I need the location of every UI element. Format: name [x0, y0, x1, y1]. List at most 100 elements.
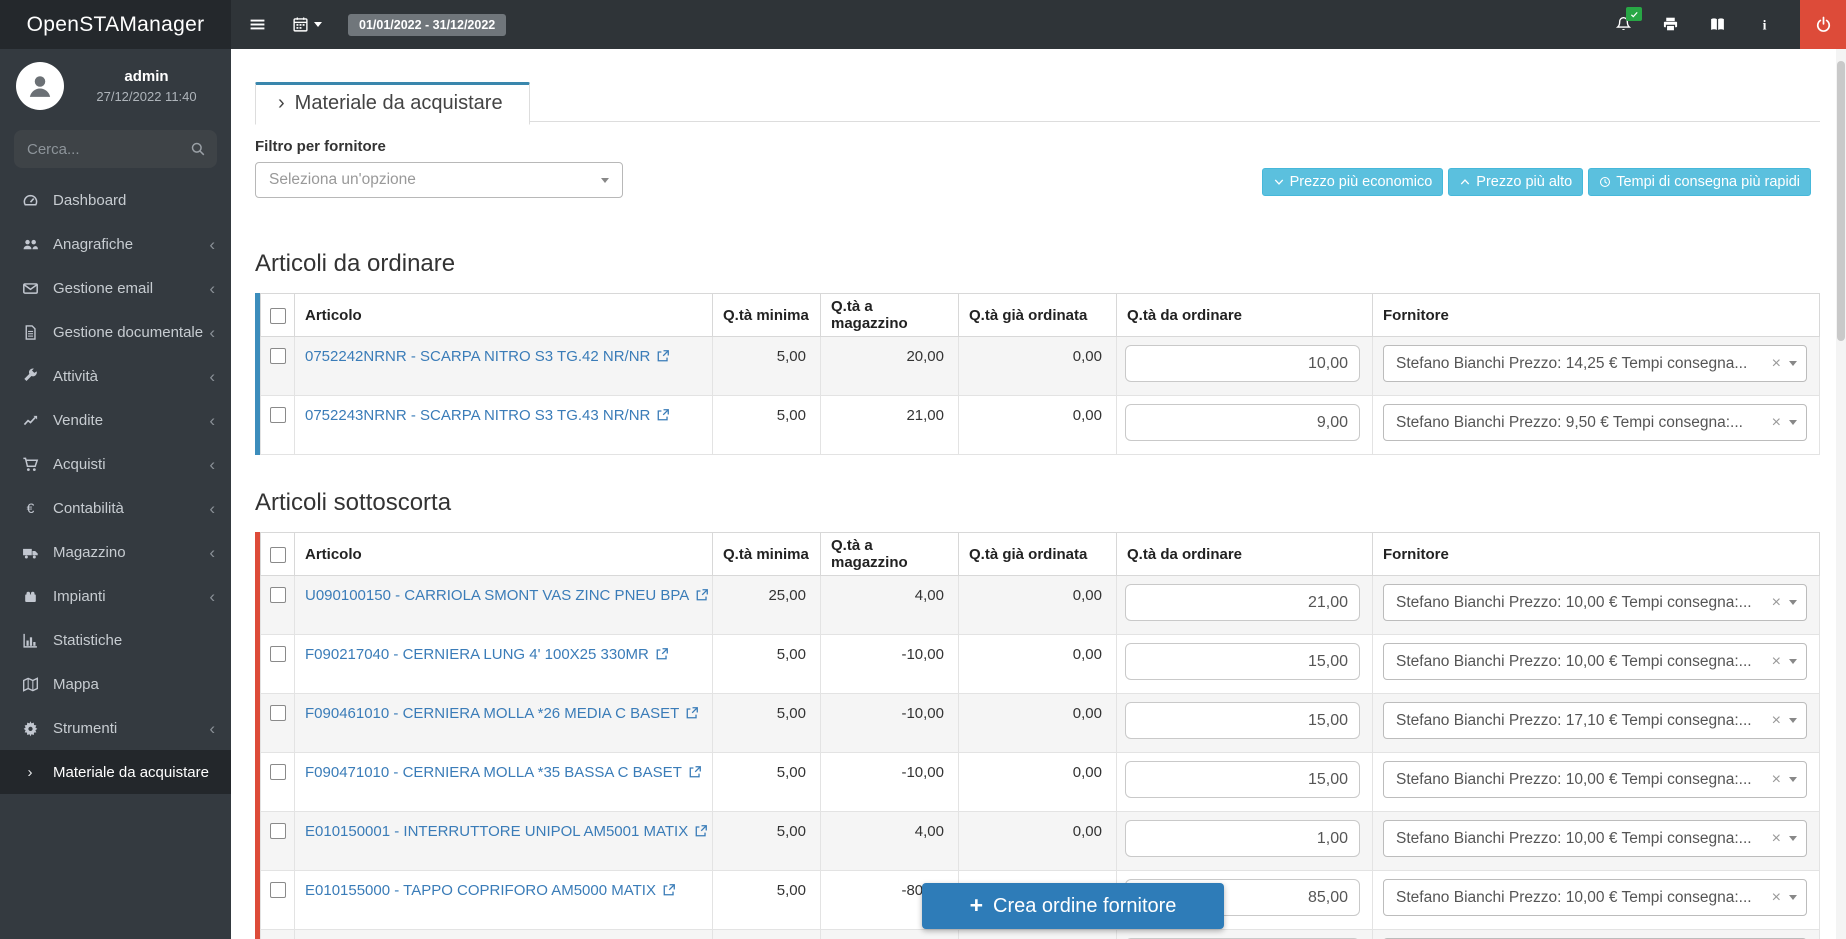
- article-link[interactable]: 0752243NRNR - SCARPA NITRO S3 TG.43 NR/N…: [305, 407, 650, 424]
- qty-to-order-input[interactable]: [1125, 761, 1360, 798]
- select-all-checkbox[interactable]: [270, 547, 286, 563]
- qta-minima-cell: 5,00: [713, 812, 821, 871]
- row-checkbox[interactable]: [270, 823, 286, 839]
- article-link[interactable]: E010150001 - INTERRUTTORE UNIPOL AM5001 …: [305, 823, 688, 840]
- article-link[interactable]: U090100150 - CARRIOLA SMONT VAS ZINC PNE…: [305, 587, 689, 604]
- clear-selection-icon[interactable]: ×: [1772, 654, 1781, 670]
- sidebar-item-anagrafiche[interactable]: Anagrafiche ‹: [0, 222, 231, 266]
- row-checkbox[interactable]: [270, 646, 286, 662]
- qty-to-order-input[interactable]: [1125, 820, 1360, 857]
- article-link[interactable]: F090217040 - CERNIERA LUNG 4' 100X25 330…: [305, 646, 649, 663]
- clear-selection-icon[interactable]: ×: [1772, 415, 1781, 431]
- manual-button[interactable]: [1709, 16, 1726, 33]
- qty-to-order-input[interactable]: [1125, 404, 1360, 441]
- clear-selection-icon[interactable]: ×: [1772, 772, 1781, 788]
- row-checkbox[interactable]: [270, 882, 286, 898]
- sidebar-item-magazzino[interactable]: Magazzino‹: [0, 530, 231, 574]
- external-link-icon[interactable]: [685, 706, 699, 724]
- supplier-select[interactable]: Stefano Bianchi Prezzo: 10,00 € Tempi co…: [1383, 879, 1807, 916]
- chevron-left-icon: ‹: [209, 236, 215, 253]
- qty-to-order-cell: [1117, 337, 1373, 396]
- print-button[interactable]: [1662, 16, 1679, 33]
- user-panel[interactable]: admin 27/12/2022 11:40: [0, 49, 231, 120]
- tab-materiale-da-acquistare[interactable]: › Materiale da acquistare: [255, 82, 530, 125]
- article-link[interactable]: E010155000 - TAPPO COPRIFORO AM5000 MATI…: [305, 882, 656, 899]
- external-link-icon[interactable]: [662, 883, 676, 901]
- select-all-checkbox[interactable]: [270, 308, 286, 324]
- row-checkbox[interactable]: [270, 764, 286, 780]
- clear-selection-icon[interactable]: ×: [1772, 713, 1781, 729]
- article-link[interactable]: F090461010 - CERNIERA MOLLA *26 MEDIA C …: [305, 705, 679, 722]
- row-checkbox[interactable]: [270, 587, 286, 603]
- sidebar-item-gestione-email[interactable]: Gestione email‹: [0, 266, 231, 310]
- qta-ordinata-cell: [959, 930, 1117, 939]
- info-button[interactable]: i: [1756, 16, 1773, 33]
- sort-tempi-di-consegna-piu-rapidi-button[interactable]: Tempi di consegna più rapidi: [1588, 168, 1811, 196]
- qty-to-order-input[interactable]: [1125, 584, 1360, 621]
- supplier-cell: Stefano Bianchi Prezzo: 10,00 € Tempi co…: [1373, 871, 1820, 930]
- create-supplier-order-button[interactable]: + Crea ordine fornitore: [922, 883, 1224, 929]
- qty-to-order-input[interactable]: [1125, 643, 1360, 680]
- chevron-down-icon: [1273, 176, 1285, 188]
- notifications-button[interactable]: [1615, 16, 1632, 33]
- sidebar-item-gestione-documentale[interactable]: Gestione documentale‹: [0, 310, 231, 354]
- sidebar-item-impianti[interactable]: Impianti‹: [0, 574, 231, 618]
- qty-to-order-input[interactable]: [1125, 345, 1360, 382]
- supplier-select[interactable]: Stefano Bianchi Prezzo: 10,00 € Tempi co…: [1383, 761, 1807, 798]
- clear-selection-icon[interactable]: ×: [1772, 595, 1781, 611]
- chevron-right-icon: ›: [20, 765, 40, 780]
- vertical-scrollbar[interactable]: [1836, 49, 1846, 939]
- sidebar-item-contabilita[interactable]: €Contabilità‹: [0, 486, 231, 530]
- external-link-icon[interactable]: [688, 765, 702, 783]
- supplier-select[interactable]: Stefano Bianchi Prezzo: 10,00 € Tempi co…: [1383, 584, 1807, 621]
- sort-prezzo-piu-alto-button[interactable]: Prezzo più alto: [1448, 168, 1583, 196]
- row-select-cell: [261, 337, 295, 396]
- external-link-icon[interactable]: [656, 349, 670, 367]
- clear-selection-icon[interactable]: ×: [1772, 831, 1781, 847]
- clear-selection-icon[interactable]: ×: [1772, 890, 1781, 906]
- sidebar-item-label: Mappa: [53, 676, 99, 693]
- sidebar-item-materiale-da-acquistare[interactable]: ›Materiale da acquistare: [0, 750, 231, 794]
- table-row: 0752242NRNR - SCARPA NITRO S3 TG.42 NR/N…: [261, 337, 1820, 396]
- supplier-select[interactable]: Stefano Bianchi Prezzo: 17,10 € Tempi co…: [1383, 702, 1807, 739]
- qty-to-order-cell: [1117, 930, 1373, 939]
- row-checkbox[interactable]: [270, 407, 286, 423]
- supplier-filter-select[interactable]: Seleziona un'opzione: [255, 162, 623, 198]
- row-select-cell: [261, 812, 295, 871]
- calendar-button[interactable]: [292, 16, 322, 33]
- search-input[interactable]: [14, 130, 217, 168]
- sidebar-item-label: Anagrafiche: [53, 236, 133, 253]
- supplier-select[interactable]: Stefano Bianchi Prezzo: 9,50 € Tempi con…: [1383, 404, 1807, 441]
- supplier-select[interactable]: Stefano Bianchi Prezzo: 10,00 € Tempi co…: [1383, 643, 1807, 680]
- sidebar-item-acquisti[interactable]: Acquisti‹: [0, 442, 231, 486]
- external-link-icon[interactable]: [694, 824, 708, 842]
- sidebar-item-vendite[interactable]: Vendite‹: [0, 398, 231, 442]
- column-header-q-ta-a-magazzino: Q.tà a magazzino: [821, 294, 959, 337]
- openstamanager-app: OpenSTAManager 01/01/2022 - 31/12/2022 i: [0, 0, 1846, 939]
- sort-prezzo-piu-economico-button[interactable]: Prezzo più economico: [1262, 168, 1444, 196]
- external-link-icon[interactable]: [695, 588, 709, 606]
- sidebar-toggle-button[interactable]: [249, 16, 266, 33]
- brand-logo[interactable]: OpenSTAManager: [0, 0, 231, 49]
- article-link[interactable]: F090471010 - CERNIERA MOLLA *35 BASSA C …: [305, 764, 682, 781]
- qty-to-order-input[interactable]: [1125, 702, 1360, 739]
- column-header-q-ta-minima: Q.tà minima: [713, 294, 821, 337]
- external-link-icon[interactable]: [656, 408, 670, 426]
- row-checkbox[interactable]: [270, 348, 286, 364]
- row-checkbox[interactable]: [270, 705, 286, 721]
- sidebar-item-statistiche[interactable]: Statistiche: [0, 618, 231, 662]
- sidebar-item-strumenti[interactable]: Strumenti‹: [0, 706, 231, 750]
- date-range-badge[interactable]: 01/01/2022 - 31/12/2022: [348, 14, 506, 36]
- supplier-select[interactable]: Stefano Bianchi Prezzo: 14,25 € Tempi co…: [1383, 345, 1807, 382]
- logout-button[interactable]: [1800, 0, 1846, 49]
- external-link-icon[interactable]: [655, 647, 669, 665]
- sidebar-item-mappa[interactable]: Mappa: [0, 662, 231, 706]
- chevron-left-icon: ‹: [209, 720, 215, 737]
- clear-selection-icon[interactable]: ×: [1772, 356, 1781, 372]
- supplier-select[interactable]: Stefano Bianchi Prezzo: 10,00 € Tempi co…: [1383, 820, 1807, 857]
- article-link[interactable]: 0752242NRNR - SCARPA NITRO S3 TG.42 NR/N…: [305, 348, 650, 365]
- caret-down-icon: [1789, 836, 1797, 841]
- scrollbar-thumb[interactable]: [1837, 61, 1845, 341]
- sidebar-item-dashboard[interactable]: Dashboard: [0, 178, 231, 222]
- sidebar-item-attivita[interactable]: Attività‹: [0, 354, 231, 398]
